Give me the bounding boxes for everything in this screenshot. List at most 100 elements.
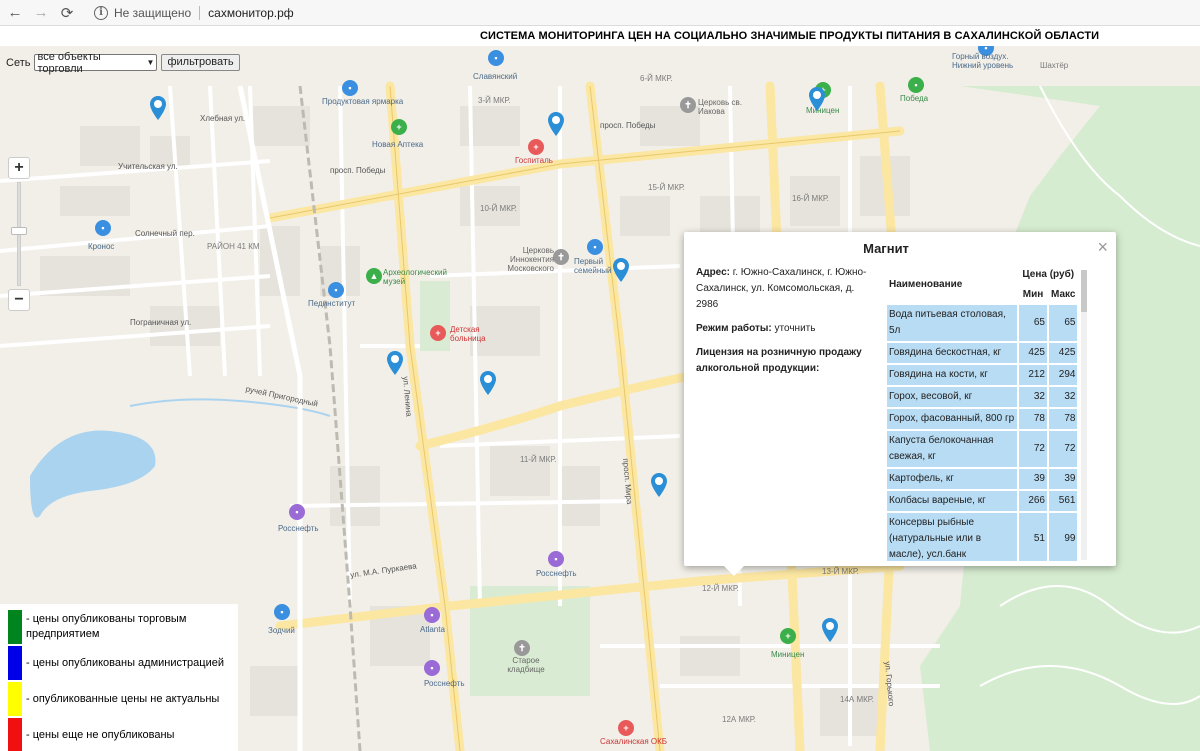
shop-icon[interactable]: ▪ bbox=[95, 220, 111, 236]
shop-icon[interactable]: ▪ bbox=[342, 80, 358, 96]
district-label: 14А МКР. bbox=[840, 695, 874, 704]
zoom-slider[interactable] bbox=[11, 182, 27, 286]
university-icon[interactable]: ▪ bbox=[328, 282, 344, 298]
forward-arrow-icon[interactable]: → bbox=[30, 2, 52, 24]
min-price-cell: 78 bbox=[1019, 409, 1047, 429]
legend-swatch bbox=[8, 682, 22, 716]
store-marker-pin-icon[interactable] bbox=[612, 257, 630, 283]
poi-label: Победа bbox=[900, 94, 929, 103]
street-label: Учительская ул. bbox=[118, 162, 178, 171]
street-label: Солнечный пер. bbox=[135, 229, 195, 238]
poi-label: Миницен bbox=[771, 650, 805, 659]
column-header-max: Макс bbox=[1049, 285, 1078, 303]
min-price-cell: 72 bbox=[1019, 431, 1047, 467]
poi-label: Продуктовая ярмарка bbox=[322, 97, 404, 106]
hours-label: Режим работы: bbox=[696, 323, 772, 334]
church-icon[interactable]: ✝ bbox=[680, 97, 696, 113]
close-icon[interactable]: × bbox=[1097, 238, 1108, 256]
store-marker-pin-icon[interactable] bbox=[821, 617, 839, 643]
poi-label: Детская больница bbox=[450, 325, 486, 343]
license-label: Лицензия на розничную продажу алкогольно… bbox=[696, 347, 862, 374]
hospital-icon[interactable]: + bbox=[618, 720, 634, 736]
street-label: Хлебная ул. bbox=[200, 114, 246, 123]
price-table-scroll[interactable]: Наименование Цена (руб) Мин Макс Вода пи… bbox=[885, 263, 1091, 561]
poi-label: Росснефть bbox=[424, 679, 465, 688]
hospital-icon[interactable]: + bbox=[528, 139, 544, 155]
store-marker-pin-icon[interactable] bbox=[808, 86, 826, 112]
store-marker-pin-icon[interactable] bbox=[386, 350, 404, 376]
column-header-price: Цена (руб) bbox=[1019, 265, 1078, 283]
fuel-icon[interactable]: ▪ bbox=[424, 660, 440, 676]
product-name-cell: Вода питьевая столовая, 5л bbox=[887, 305, 1017, 341]
district-label: 3-Й МКР. bbox=[478, 96, 511, 105]
poi-label: Госпиталь bbox=[515, 156, 553, 165]
url-separator bbox=[199, 5, 201, 20]
poi-label: Горный воздух. Нижний уровень bbox=[952, 52, 1014, 70]
back-arrow-icon[interactable]: ← bbox=[4, 2, 26, 24]
fuel-icon[interactable]: ▪ bbox=[548, 551, 564, 567]
popup-scrollbar[interactable] bbox=[1081, 270, 1087, 560]
reload-icon[interactable]: ⟳ bbox=[56, 2, 78, 24]
min-price-cell: 32 bbox=[1019, 387, 1047, 407]
legend-text: - цены еще не опубликованы bbox=[26, 728, 175, 741]
zoom-out-button[interactable]: − bbox=[8, 289, 30, 311]
cemetery-icon[interactable]: ✝ bbox=[514, 640, 530, 656]
street-label: просп. Победы bbox=[330, 166, 386, 175]
hospital-icon[interactable]: + bbox=[430, 325, 446, 341]
min-price-cell: 425 bbox=[1019, 343, 1047, 363]
max-price-cell: 78 bbox=[1049, 409, 1078, 429]
shop-icon[interactable]: ▪ bbox=[587, 239, 603, 255]
pharmacy-icon[interactable]: + bbox=[391, 119, 407, 135]
store-name: Магнит bbox=[863, 241, 909, 256]
table-row: Колбасы вареные, кг 266 561 bbox=[887, 491, 1078, 511]
church-icon[interactable]: ✝ bbox=[553, 249, 569, 265]
store-marker-pin-icon[interactable] bbox=[650, 472, 668, 498]
address-bar-url[interactable]: сахмонитор.рф bbox=[208, 6, 294, 20]
zoom-slider-handle[interactable] bbox=[11, 227, 27, 235]
min-price-cell: 212 bbox=[1019, 365, 1047, 385]
store-hours: уточнить bbox=[774, 323, 816, 334]
column-header-min: Мин bbox=[1019, 285, 1047, 303]
table-row: Горох, весовой, кг 32 32 bbox=[887, 387, 1078, 407]
max-price-cell: 99 bbox=[1049, 513, 1078, 561]
poi-label: Кронос bbox=[88, 242, 115, 251]
legend-swatch bbox=[8, 610, 22, 644]
zoom-in-button[interactable]: + bbox=[8, 157, 30, 179]
popup-scrollbar-thumb[interactable] bbox=[1081, 270, 1087, 312]
store-marker-pin-icon[interactable] bbox=[479, 370, 497, 396]
security-status[interactable]: Не защищено bbox=[114, 6, 191, 20]
stadium-icon[interactable]: ▪ bbox=[908, 77, 924, 93]
district-label: 12А МКР. bbox=[722, 715, 756, 724]
legend-item: - цены опубликованы администрацией bbox=[0, 645, 238, 681]
pharmacy-icon[interactable]: + bbox=[780, 628, 796, 644]
district-label: 15-Й МКР. bbox=[648, 183, 685, 192]
filter-bar: Сеть все объекты торговли ▼ фильтровать bbox=[6, 51, 240, 75]
museum-icon[interactable]: ▲ bbox=[366, 268, 382, 284]
shop-icon[interactable]: ▪ bbox=[488, 50, 504, 66]
table-row: Капуста белокочанная свежая, кг 72 72 bbox=[887, 431, 1078, 467]
shop-icon[interactable]: ▪ bbox=[424, 607, 440, 623]
district-label: 12-Й МКР. bbox=[702, 584, 739, 593]
district-label: 16-Й МКР. bbox=[792, 194, 829, 203]
legend-swatch bbox=[8, 718, 22, 751]
store-details: Адрес: г. Южно-Сахалинск, г. Южно-Сахали… bbox=[696, 265, 876, 385]
poi-label: Первый семейный bbox=[574, 257, 612, 275]
poi-label: Новая Аптека bbox=[372, 140, 424, 149]
store-marker-pin-icon[interactable] bbox=[547, 111, 565, 137]
shop-icon[interactable]: ▪ bbox=[274, 604, 290, 620]
max-price-cell: 561 bbox=[1049, 491, 1078, 511]
network-select[interactable]: все объекты торговли ▼ bbox=[34, 51, 158, 75]
poi-label: Церковь Иннокентия Московского bbox=[507, 246, 554, 273]
poi-label: Церковь св. Иакова bbox=[698, 98, 742, 116]
fuel-icon[interactable]: ▪ bbox=[289, 504, 305, 520]
product-name-cell: Говядина бескостная, кг bbox=[887, 343, 1017, 363]
legend-text: - опубликованные цены не актуальны bbox=[26, 692, 220, 705]
poi-label: Шахтёр bbox=[1040, 61, 1069, 70]
poi-label: Старое кладбище bbox=[507, 656, 545, 674]
filter-button[interactable]: фильтровать bbox=[161, 54, 240, 71]
store-marker-pin-icon[interactable] bbox=[149, 95, 167, 121]
info-icon[interactable]: i bbox=[94, 5, 108, 20]
max-price-cell: 425 bbox=[1049, 343, 1078, 363]
poi-label: Археологический музей bbox=[383, 268, 447, 286]
legend-item: - цены еще не опубликованы bbox=[0, 717, 238, 751]
